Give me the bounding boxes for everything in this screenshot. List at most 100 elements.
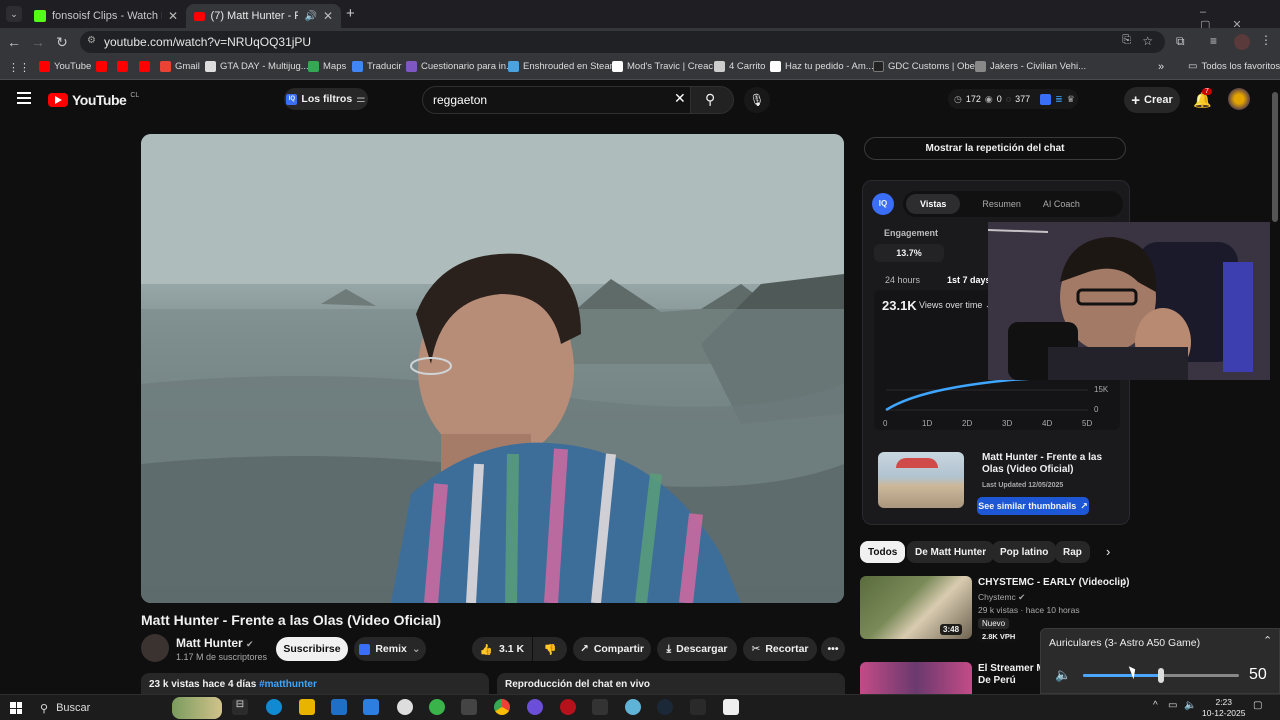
range-24h[interactable]: 24 hours [885, 275, 920, 285]
range-first-week[interactable]: 1st 7 days [947, 275, 991, 285]
bookmark-steam[interactable]: Enshrouded en Steam [508, 61, 618, 72]
more-bookmarks-icon[interactable]: » [1158, 61, 1164, 73]
more-actions-button[interactable]: ••• [821, 637, 845, 661]
tab-vistas[interactable]: Vistas [906, 194, 961, 214]
file-explorer-icon[interactable] [299, 699, 315, 715]
hamburger-menu-icon[interactable] [17, 92, 31, 104]
windows-start-icon[interactable] [10, 702, 22, 714]
video-thumbnail[interactable] [878, 452, 964, 508]
apps-icon[interactable]: ⋮⋮ [8, 61, 30, 74]
chip-pop-latino[interactable]: Pop latino [992, 541, 1057, 563]
create-button[interactable]: + Crear [1124, 87, 1180, 113]
capcut-icon[interactable] [723, 699, 739, 715]
views-over-time-dropdown[interactable]: Views over time ⌄ [919, 300, 992, 311]
volume-track[interactable] [1083, 668, 1239, 683]
more-vert-icon[interactable]: ⋮ [1118, 576, 1130, 590]
bookmark-gta[interactable]: GTA DAY - Multijug... [205, 61, 309, 72]
remix-button[interactable]: Remix ⌄ [354, 637, 426, 661]
chip-all[interactable]: Todos [860, 541, 906, 563]
chevron-right-icon[interactable]: › [1106, 544, 1110, 559]
faceit-icon[interactable] [625, 699, 641, 715]
page-scrollbar[interactable] [1272, 92, 1278, 222]
steam-icon[interactable] [657, 699, 673, 715]
menu-icon[interactable]: ⋮ [1260, 33, 1272, 47]
bookmark-order[interactable]: Haz tu pedido - Am... [770, 61, 874, 72]
media-icon[interactable]: ≡ [1210, 34, 1217, 48]
url-field[interactable]: ⚙ youtube.com/watch?v=NRUqOQ31jPU ☆ ⎘ [80, 31, 1165, 53]
app-icon[interactable] [461, 699, 477, 715]
edge-icon[interactable] [266, 699, 282, 715]
tab-kick[interactable]: fonsoisf Clips - Watch Live on K ✕ [26, 4, 186, 28]
search-button[interactable]: ⚲ [690, 86, 734, 114]
epic-icon[interactable] [592, 699, 608, 715]
new-tab-button[interactable]: + [346, 5, 355, 22]
creator-stats[interactable]: ◷ 172 ◉ 0 ◌ 377 ≣ ♛ [948, 89, 1078, 109]
clip-button[interactable]: ✂ Recortar [743, 637, 817, 661]
rec-channel[interactable]: Chystemc [978, 592, 1016, 602]
task-view-icon[interactable]: ⊟ [232, 699, 248, 715]
subscribe-button[interactable]: Suscribirse [276, 637, 348, 661]
download-button[interactable]: ⤓ Descargar [657, 637, 737, 661]
bookmark-youtube[interactable]: YouTube [39, 61, 91, 72]
chip-rap[interactable]: Rap [1055, 541, 1090, 563]
volume-tray-icon[interactable]: 🔈 [1184, 700, 1196, 711]
audio-device-label[interactable]: Auriculares (3- Astro A50 Game) [1049, 637, 1200, 649]
search-input[interactable]: reggaeton [422, 86, 692, 114]
share-button[interactable]: ↗ Compartir [573, 637, 651, 661]
bookmark-jakers[interactable]: Jakers - Civilian Vehi... [975, 61, 1086, 72]
install-icon[interactable]: ⎘ [1122, 34, 1131, 47]
voice-search-button[interactable]: 🎙 [744, 87, 770, 113]
bookmark-yt-4[interactable] [139, 61, 150, 72]
rec-thumbnail[interactable]: 3:48 [860, 576, 972, 639]
rec-thumbnail[interactable] [860, 662, 972, 694]
clear-search-icon[interactable]: ✕ [674, 90, 686, 107]
chip-de-matt-hunter[interactable]: De Matt Hunter [907, 541, 995, 563]
mail-icon[interactable] [331, 699, 347, 715]
xbox-icon[interactable] [429, 699, 445, 715]
tab-resumen[interactable]: Resumen [960, 199, 1043, 209]
discord-icon[interactable] [527, 699, 543, 715]
tab-search-button[interactable]: ⌄ [6, 6, 22, 22]
bookmark-yt-2[interactable] [96, 61, 107, 72]
rockstar-icon[interactable] [560, 699, 576, 715]
account-avatar[interactable] [1228, 88, 1250, 110]
reload-icon[interactable]: ↻ [50, 34, 74, 51]
extensions-icon[interactable]: ⧉ [1176, 34, 1185, 49]
clock[interactable]: 2:23 10-12-2025 [1202, 697, 1245, 719]
description-box[interactable]: 23 k vistas hace 4 días #matthunter [141, 673, 489, 694]
volume-thumb[interactable] [1158, 668, 1164, 683]
channel-name-row[interactable]: Matt Hunter ✔ [176, 636, 254, 650]
back-icon[interactable]: ← [2, 34, 26, 50]
youtube-logo[interactable]: YouTube CL [48, 92, 139, 108]
network-icon[interactable]: ▭ [1168, 700, 1177, 711]
profile-avatar[interactable] [1234, 34, 1250, 50]
bookmark-forms[interactable]: Cuestionario para in... [406, 61, 514, 72]
bookmark-gmail[interactable]: Gmail [160, 61, 200, 72]
channel-avatar[interactable] [141, 634, 169, 662]
tab-ai-coach[interactable]: AI Coach [1043, 199, 1080, 209]
bookmark-star-icon[interactable]: ☆ [1142, 34, 1153, 48]
rec-title[interactable]: CHYSTEMC - EARLY (Videoclip) [978, 577, 1130, 588]
filters-button[interactable]: IQ Los filtros ⚌ [284, 88, 368, 110]
settings-icon[interactable] [397, 699, 413, 715]
site-info-icon[interactable]: ⚙ [87, 35, 96, 46]
store-icon[interactable] [363, 699, 379, 715]
speaker-icon[interactable]: 🔊 [304, 11, 316, 22]
show-chat-replay-button[interactable]: Mostrar la repetición del chat [864, 137, 1126, 160]
chrome-icon[interactable] [494, 699, 510, 715]
tray-chevron-icon[interactable]: ^ [1153, 700, 1158, 711]
chevron-up-icon[interactable]: ⌃ [1263, 634, 1272, 647]
speaker-icon[interactable]: 🔈 [1055, 667, 1071, 683]
all-bookmarks[interactable]: ▭ Todos los favoritos [1188, 61, 1280, 72]
similar-thumbnails-button[interactable]: See similar thumbnails ↗ [977, 497, 1089, 515]
tab-youtube[interactable]: (7) Matt Hunter - Frente a l 🔊 ✕ [186, 4, 341, 28]
bookmark-cart[interactable]: 4 Carrito [714, 61, 765, 72]
bookmark-mods[interactable]: Mod's Travic | Creac... [612, 61, 721, 72]
bookmark-gdc[interactable]: GDC Customs | Obe... [873, 61, 983, 72]
close-icon[interactable]: ✕ [168, 9, 178, 23]
close-icon[interactable]: ✕ [323, 9, 333, 23]
notifications-icon[interactable]: ▢ [1253, 700, 1262, 711]
dislike-button[interactable]: 👎 [533, 637, 567, 661]
video-player[interactable] [141, 134, 844, 603]
hashtag-link[interactable]: #matthunter [259, 679, 317, 690]
